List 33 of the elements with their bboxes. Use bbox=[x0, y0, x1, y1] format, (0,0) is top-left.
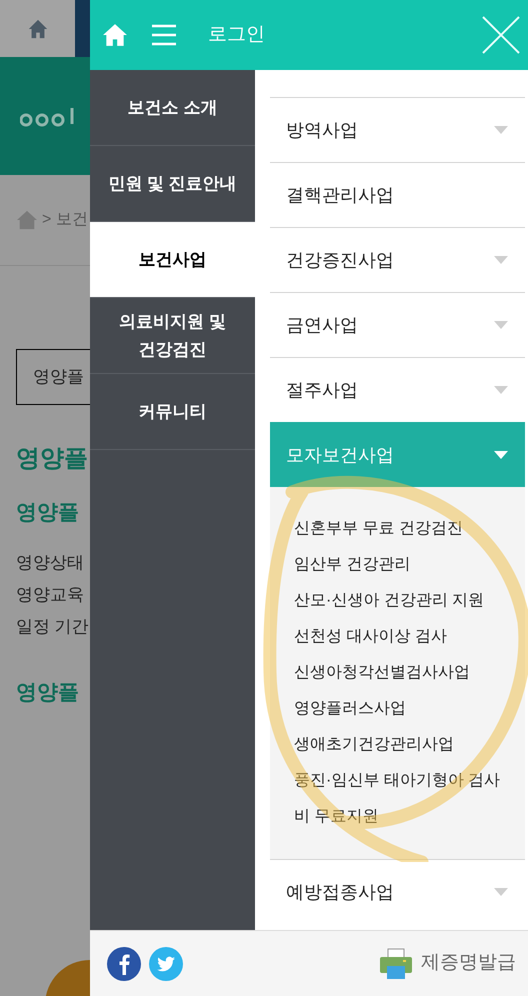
close-icon[interactable] bbox=[482, 16, 520, 54]
main-menu-item[interactable]: 보건사업 bbox=[90, 222, 255, 298]
section-heading: 영양플 bbox=[16, 680, 80, 706]
home-button[interactable] bbox=[0, 0, 75, 57]
caret-icon bbox=[493, 887, 509, 897]
submenu-link[interactable]: 산모·신생아 건강관리 지원 bbox=[294, 583, 514, 619]
caret-icon bbox=[493, 450, 509, 460]
certificate-link[interactable]: 제증명발급 bbox=[379, 948, 516, 980]
home-icon bbox=[26, 18, 48, 40]
submenu-link[interactable]: 영양플러스사업 bbox=[294, 691, 514, 727]
home-icon[interactable] bbox=[102, 23, 128, 47]
paragraph-line: 영양교육 bbox=[16, 584, 85, 606]
home-icon bbox=[16, 210, 38, 230]
menu-icon[interactable] bbox=[152, 24, 176, 46]
submenu-link[interactable]: 신혼부부 무료 건강검진 bbox=[294, 511, 514, 547]
submenu-link[interactable]: 임산부 건강관리 bbox=[294, 547, 514, 583]
caret-icon bbox=[493, 125, 509, 135]
caret-icon bbox=[493, 385, 509, 395]
submenu-link[interactable]: 생애초기건강관리사업 bbox=[294, 727, 514, 763]
printer-icon bbox=[379, 948, 413, 980]
paragraph-line: 일정 기간 bbox=[16, 616, 90, 638]
submenu-link[interactable]: 선천성 대사이상 검사 bbox=[294, 619, 514, 655]
breadcrumb: > 보건 bbox=[42, 210, 88, 230]
section-heading: 영양플 bbox=[16, 500, 80, 526]
submenu-link[interactable]: 풍진·임신부 태아기형아 검사비 무료지원 bbox=[294, 763, 514, 835]
facebook-icon[interactable] bbox=[107, 946, 141, 980]
twitter-icon[interactable] bbox=[149, 946, 183, 980]
page-heading: 영양플 bbox=[16, 444, 89, 474]
submenu-link[interactable]: 신생아청각선별검사사업 bbox=[294, 655, 514, 691]
caret-icon bbox=[493, 320, 509, 330]
caret-icon bbox=[493, 255, 509, 265]
paragraph-line: 영양상태 bbox=[16, 552, 85, 574]
header-strip bbox=[75, 0, 90, 57]
